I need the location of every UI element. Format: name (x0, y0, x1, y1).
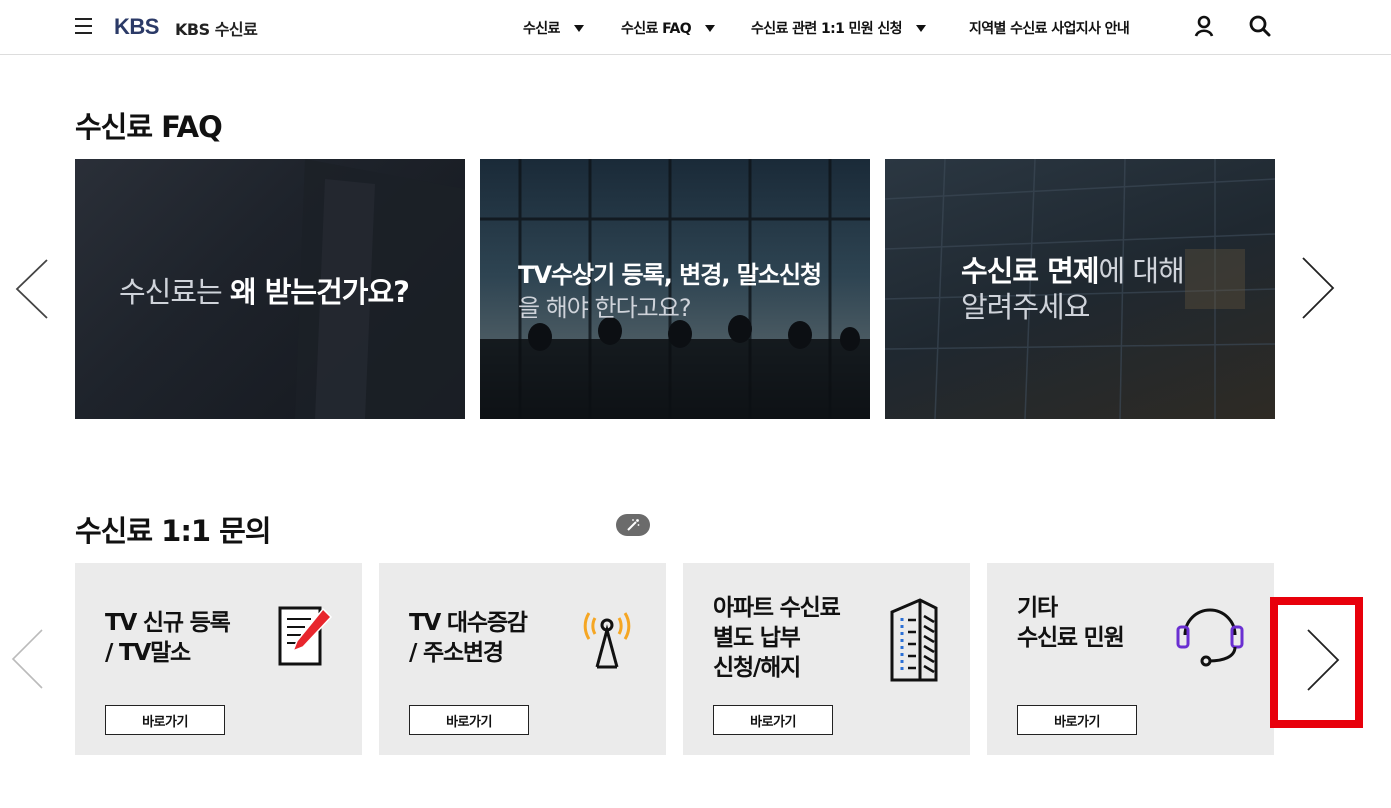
kbs-logo[interactable]: KBS (114, 14, 159, 40)
go-button[interactable]: 바로가기 (713, 705, 833, 735)
user-icon[interactable] (1192, 14, 1216, 38)
highlight-box (1270, 597, 1363, 728)
inquiry-card-title: 아파트 수신료 별도 납부 신청/해지 (713, 595, 841, 681)
top-header: KBS KBS 수신료 수신료 수신료 FAQ 수신료 관련 1:1 민원 신청… (0, 0, 1391, 55)
faq-card-exemption[interactable]: 수신료 면제에 대해 알려주세요 (885, 159, 1275, 419)
inquiry-section-title: 수신료 1:1 문의 (75, 514, 272, 548)
go-button[interactable]: 바로가기 (105, 705, 225, 735)
caret-down-icon (705, 24, 716, 32)
faq-card-caption: 수신료 면제에 대해 알려주세요 (961, 254, 1185, 324)
building-icon (890, 598, 938, 682)
nav-item-inquiry[interactable]: 수신료 관련 1:1 민원 신청 (751, 18, 926, 38)
search-icon[interactable] (1248, 14, 1272, 38)
inquiry-card-other[interactable]: 기타 수신료 민원 바로가기 (987, 563, 1274, 755)
nav-item-label: 수신료 관련 1:1 민원 신청 (751, 21, 903, 37)
pencil-document-icon (278, 606, 333, 666)
faq-card-caption: TV수상기 등록, 변경, 말소신청 을 해야 한다고요? (518, 261, 822, 322)
faq-card-tv-registration[interactable]: TV수상기 등록, 변경, 말소신청 을 해야 한다고요? (480, 159, 870, 419)
inquiry-card-title: TV 신규 등록 / TV말소 (105, 610, 231, 666)
menu-icon[interactable] (75, 18, 92, 35)
nav-item-faq[interactable]: 수신료 FAQ (621, 18, 716, 38)
inquiry-card-title: 기타 수신료 민원 (1017, 595, 1125, 651)
faq-section-title: 수신료 FAQ (75, 110, 223, 144)
go-button[interactable]: 바로가기 (409, 705, 529, 735)
antenna-icon (583, 612, 631, 669)
faq-card-caption: 수신료는 왜 받는건가요? (119, 275, 410, 309)
inquiry-card-tv-count[interactable]: TV 대수증감 / 주소변경 바로가기 (379, 563, 666, 755)
nav-item-label: 수신료 FAQ (621, 21, 692, 37)
caret-down-icon (915, 24, 926, 32)
nav-item-regional-office[interactable]: 지역별 수신료 사업지사 안내 (969, 18, 1130, 38)
nav-item-label: 지역별 수신료 사업지사 안내 (969, 21, 1130, 37)
faq-card-why-fee[interactable]: 수신료는 왜 받는건가요? (75, 159, 465, 419)
inquiry-card-apartment[interactable]: 아파트 수신료 별도 납부 신청/해지 바로가기 (683, 563, 970, 755)
go-button[interactable]: 바로가기 (1017, 705, 1137, 735)
nav-item-fee[interactable]: 수신료 (523, 18, 584, 38)
magic-wand-icon[interactable] (616, 514, 650, 536)
inquiry-card-tv-new[interactable]: TV 신규 등록 / TV말소 바로가기 (75, 563, 362, 755)
faq-prev-arrow-icon[interactable] (14, 258, 50, 320)
faq-next-arrow-icon[interactable] (1300, 256, 1336, 320)
site-name[interactable]: KBS 수신료 (175, 16, 258, 40)
inquiry-card-title: TV 대수증감 / 주소변경 (409, 610, 528, 666)
inquiry-prev-arrow-icon[interactable] (10, 628, 44, 690)
nav-item-label: 수신료 (523, 21, 560, 37)
caret-down-icon (573, 24, 584, 32)
headset-icon (1176, 608, 1244, 667)
